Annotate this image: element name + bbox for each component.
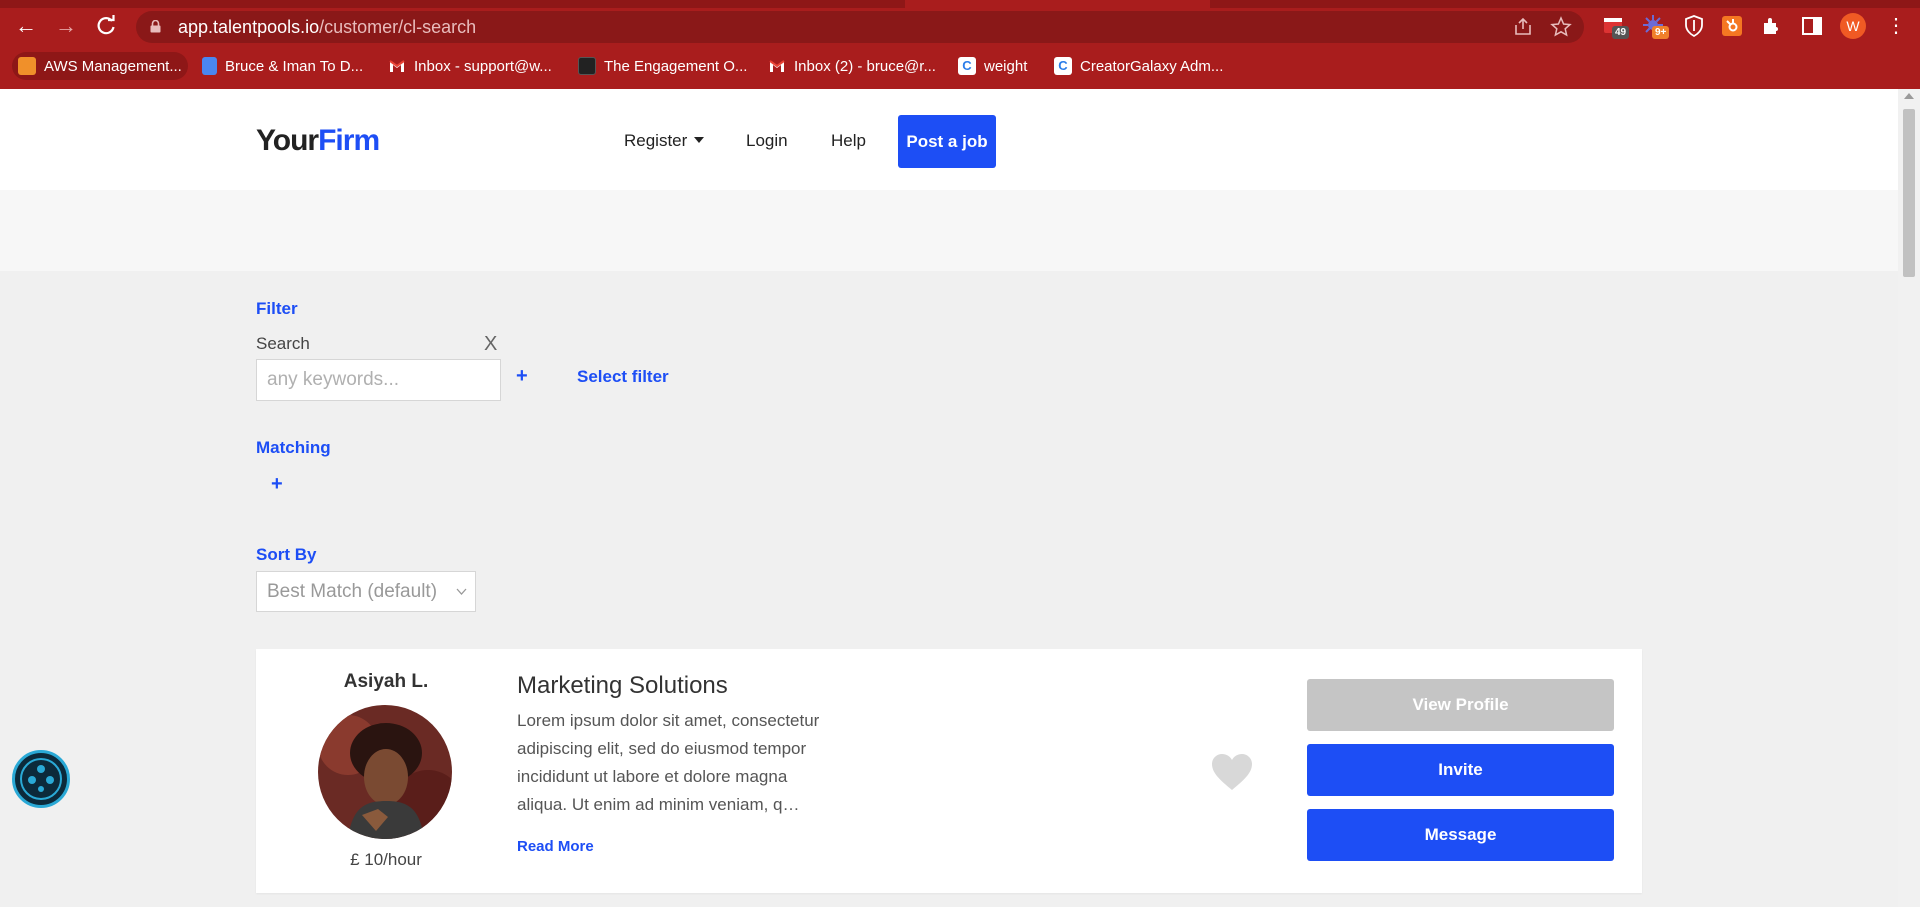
burst-extension-icon[interactable]: 9+ xyxy=(1642,14,1670,39)
share-icon[interactable] xyxy=(1512,16,1534,38)
lock-icon[interactable] xyxy=(150,20,161,33)
register-dropdown[interactable]: Register xyxy=(624,131,705,151)
docs-icon xyxy=(202,57,217,75)
address-bar[interactable]: app.talentpools.io/customer/cl-search xyxy=(136,11,1584,43)
read-more-link[interactable]: Read More xyxy=(517,838,594,855)
url-text: app.talentpools.io/customer/cl-search xyxy=(178,17,477,37)
creatorgalaxy-icon: C xyxy=(1054,57,1072,75)
extension-badge: 49 xyxy=(1612,26,1630,39)
candidate-description: Lorem ipsum dolor sit amet, consectetur … xyxy=(517,711,820,814)
bookmark-item[interactable]: Cweight xyxy=(952,52,1033,80)
sort-select[interactable]: Best Match (default) xyxy=(256,571,476,612)
view-profile-button[interactable]: View Profile xyxy=(1307,679,1614,731)
gmail-icon xyxy=(388,57,406,75)
extension-badge: 9+ xyxy=(1652,26,1670,39)
page-scrollbar[interactable] xyxy=(1898,89,1920,907)
post-job-button[interactable]: Post a job xyxy=(898,115,996,168)
candidate-avatar[interactable] xyxy=(318,705,452,839)
chevron-down-icon xyxy=(456,588,467,595)
sort-selected-value: Best Match (default) xyxy=(267,581,438,602)
candidate-rate: £ 10/hour xyxy=(350,850,422,869)
add-matching-icon[interactable]: + xyxy=(271,473,283,496)
bookmark-icon xyxy=(578,57,596,75)
hero-banner xyxy=(0,190,1898,271)
chat-widget-icon[interactable] xyxy=(12,750,70,808)
menu-icon[interactable]: ⋮ xyxy=(1886,12,1906,40)
candidate-name: Asiyah L. xyxy=(343,671,429,692)
browser-chrome: ← → app.talentpools.io/customer/cl-searc… xyxy=(0,0,1920,89)
add-filter-icon[interactable]: + xyxy=(516,365,528,388)
bookmark-item[interactable]: Inbox - support@w... xyxy=(382,52,558,80)
shield-icon[interactable] xyxy=(1682,14,1706,38)
aws-icon xyxy=(18,57,36,75)
bookmark-item[interactable]: The Engagement O... xyxy=(572,52,753,80)
profile-avatar[interactable]: W xyxy=(1840,13,1866,39)
bookmark-item[interactable]: Inbox (2) - bruce@r... xyxy=(762,52,942,80)
candidate-title: Marketing Solutions xyxy=(517,672,728,699)
star-icon[interactable] xyxy=(1550,16,1572,38)
bookmarks-bar: AWS Management... Bruce & Iman To D... I… xyxy=(0,48,1920,84)
search-input[interactable] xyxy=(256,359,501,401)
clear-search-button[interactable]: X xyxy=(484,333,497,356)
scroll-thumb[interactable] xyxy=(1903,109,1915,277)
browser-toolbar: ← → app.talentpools.io/customer/cl-searc… xyxy=(0,8,1920,44)
reload-icon[interactable] xyxy=(92,12,120,40)
hubspot-icon[interactable] xyxy=(1720,14,1744,38)
candidate-card: Asiyah L. £ 10/hour Marketing Solutions … xyxy=(256,649,1642,893)
sort-by-heading: Sort By xyxy=(256,545,317,564)
bookmark-item[interactable]: AWS Management... xyxy=(12,52,188,80)
matching-heading: Matching xyxy=(256,438,331,457)
gmail-icon xyxy=(768,57,786,75)
favorite-heart-icon[interactable] xyxy=(1210,752,1254,792)
tab-strip xyxy=(0,0,1920,8)
select-filter-button[interactable]: Select filter xyxy=(577,367,669,387)
filter-heading: Filter xyxy=(256,299,298,318)
puzzle-icon[interactable] xyxy=(1760,14,1784,38)
scroll-up-icon[interactable] xyxy=(1904,93,1914,99)
login-link[interactable]: Login xyxy=(746,131,788,151)
creatorgalaxy-icon: C xyxy=(958,57,976,75)
bookmark-item[interactable]: C CreatorGalaxy Adm... xyxy=(1048,52,1229,80)
bookmark-item[interactable]: Bruce & Iman To D... xyxy=(196,52,369,80)
message-button[interactable]: Message xyxy=(1307,809,1614,861)
active-tab[interactable] xyxy=(905,0,1210,8)
forward-icon[interactable]: → xyxy=(52,12,80,40)
caret-down-icon xyxy=(694,136,705,143)
page-content: YourFirm Register Login Help Post a job … xyxy=(0,89,1920,907)
side-panel-icon[interactable] xyxy=(1800,14,1824,38)
help-link[interactable]: Help xyxy=(831,131,866,151)
search-label: Search xyxy=(256,334,310,353)
site-header: YourFirm Register Login Help Post a job xyxy=(0,89,1898,190)
site-logo[interactable]: YourFirm xyxy=(256,124,380,158)
invite-button[interactable]: Invite xyxy=(1307,744,1614,796)
back-icon[interactable]: ← xyxy=(12,12,40,40)
calendar-extension-icon[interactable]: 49 xyxy=(1602,14,1630,39)
